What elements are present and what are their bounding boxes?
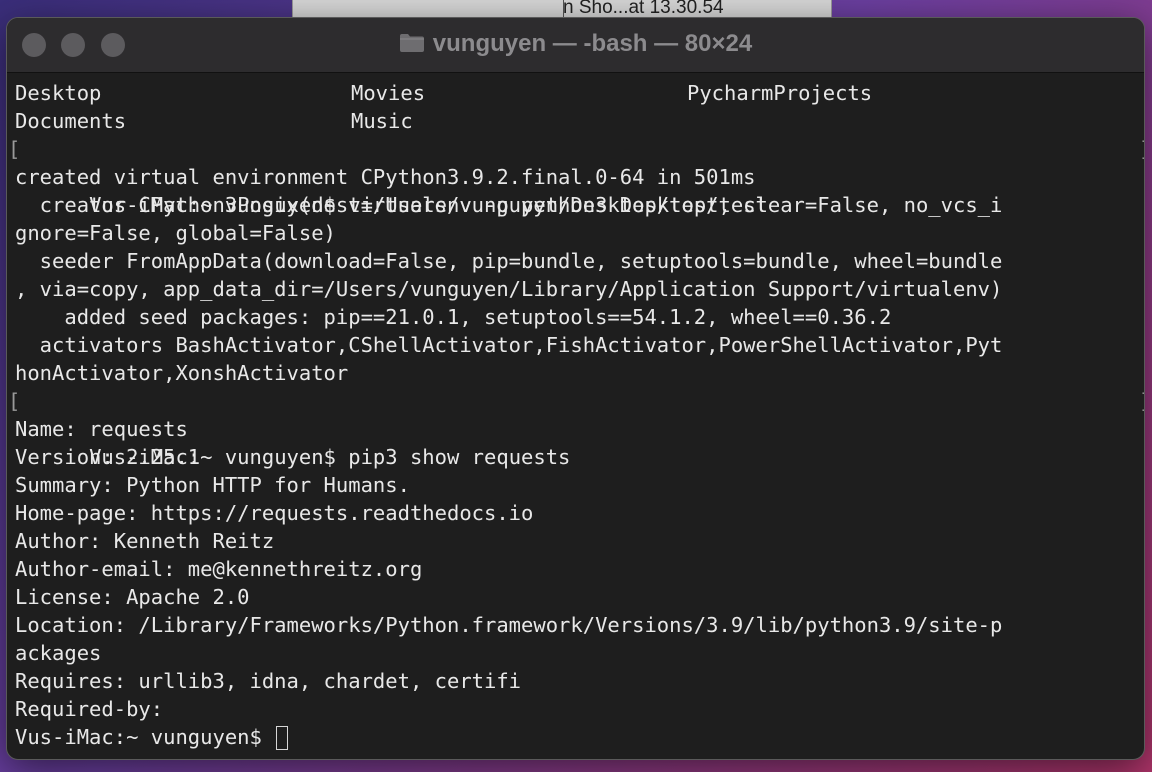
title-bar[interactable]: vunguyen — -bash — 80×24 <box>7 18 1144 73</box>
listing-row: Desktop Movies PycharmProjects <box>15 79 1144 107</box>
window-title: vunguyen — -bash — 80×24 <box>432 30 753 57</box>
listing-item: Music <box>351 109 413 133</box>
output-line: activators BashActivator,CShellActivator… <box>15 333 1003 357</box>
folder-icon <box>399 34 424 52</box>
output-line: Author-email: me@kennethreitz.org <box>15 557 423 581</box>
output-line: creator CPython3Posix(dest=/Users/vunguy… <box>15 193 1003 217</box>
text-cursor[interactable] <box>276 726 289 750</box>
listing-row: Documents Music <box>15 107 1144 135</box>
output-line: created virtual environment CPython3.9.2… <box>15 165 756 189</box>
output-line: License: Apache 2.0 <box>15 585 250 609</box>
mark-bracket-right: ] <box>1139 387 1144 415</box>
terminal-window[interactable]: vunguyen — -bash — 80×24 Desktop Movies … <box>6 17 1145 760</box>
listing-item: PycharmProjects <box>687 81 873 105</box>
output-line: Summary: Python HTTP for Humans. <box>15 473 410 497</box>
mark-bracket-right: ] <box>1139 135 1144 163</box>
output-line: Required-by: <box>15 697 164 721</box>
command-line: [ Vus-iMac:~ vunguyen$ virtualenv -p pyt… <box>8 135 1144 217</box>
active-prompt-line[interactable]: Vus-iMac:~ vunguyen$ <box>15 723 1144 751</box>
output-line: Author: Kenneth Reitz <box>15 529 275 553</box>
command-line: [ Vus-iMac:~ vunguyen$ pip3 show request… <box>8 387 1144 469</box>
terminal-content[interactable]: Desktop Movies PycharmProjects Documents… <box>8 79 1144 759</box>
output-line: Name: requests <box>15 417 188 441</box>
listing-item: Documents <box>15 109 127 133</box>
mark-bracket-left: [ <box>8 137 21 161</box>
listing-item: Desktop <box>15 81 102 105</box>
prompt-text: Vus-iMac:~ vunguyen$ <box>15 725 275 749</box>
mark-bracket-left: [ <box>8 389 21 413</box>
output-line: Requires: urllib3, idna, chardet, certif… <box>15 669 522 693</box>
output-line: Version: 2.25.1 <box>15 445 201 469</box>
output-line: ackages <box>15 641 102 665</box>
output-line: Location: /Library/Frameworks/Python.fra… <box>15 613 1003 637</box>
output-line: added seed packages: pip==21.0.1, setupt… <box>15 305 892 329</box>
window-title-wrap: vunguyen — -bash — 80×24 <box>7 30 1144 58</box>
output-line: honActivator,XonshActivator <box>15 361 349 385</box>
output-line: gnore=False, global=False) <box>15 221 336 245</box>
listing-item: Movies <box>351 81 426 105</box>
output-line: seeder FromAppData(download=False, pip=b… <box>15 249 1003 273</box>
output-line: , via=copy, app_data_dir=/Users/vunguyen… <box>15 277 1003 301</box>
output-line: Home-page: https://requests.readthedocs.… <box>15 501 534 525</box>
